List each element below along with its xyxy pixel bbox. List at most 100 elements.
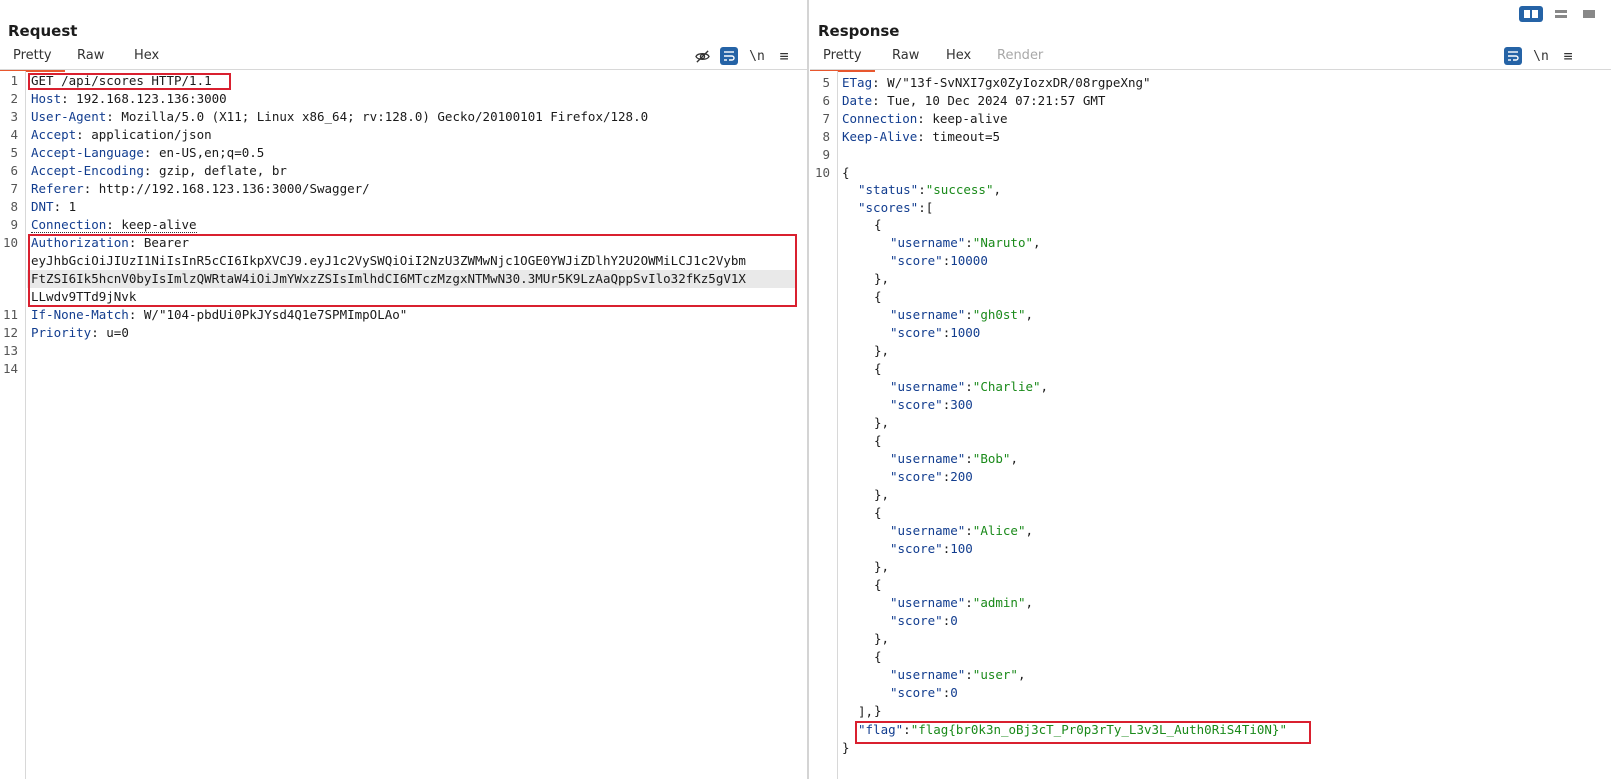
header-value: W/"104-pbdUi0PkJYsd4Q1e7SPMImpOLAo" bbox=[136, 307, 408, 322]
word-wrap-icon[interactable] bbox=[1504, 47, 1522, 65]
split-vertical-layout-icon[interactable] bbox=[1549, 6, 1573, 22]
response-tab-render[interactable]: Render bbox=[997, 47, 1043, 69]
json-string: "Naruto" bbox=[972, 235, 1034, 250]
score-username-line: "username":"Alice", bbox=[890, 523, 1034, 538]
line-number: 6 bbox=[822, 93, 830, 108]
request-editor[interactable]: 1 2 3 4 5 6 7 8 9 10 11 12 13 14 GET /ap… bbox=[0, 71, 808, 779]
line-number: 7 bbox=[822, 111, 830, 126]
request-toolbar: \n ≡ bbox=[692, 46, 798, 66]
score-value-line: "score":300 bbox=[890, 397, 973, 412]
header-connection: Connection: keep-alive bbox=[31, 217, 197, 233]
hide-eye-icon[interactable] bbox=[692, 46, 712, 66]
json-scores-line: "scores":[ bbox=[858, 200, 934, 215]
json-key: "username" bbox=[890, 307, 966, 322]
line-number: 5 bbox=[10, 145, 18, 160]
header-name: If-None-Match bbox=[31, 307, 129, 322]
json-key: "username" bbox=[890, 595, 966, 610]
pane-splitter[interactable] bbox=[807, 0, 809, 779]
request-tab-raw[interactable]: Raw bbox=[77, 47, 104, 69]
newline-toggle-icon[interactable]: \n bbox=[747, 46, 767, 66]
split-horizontal-layout-icon[interactable] bbox=[1519, 6, 1543, 22]
header-etag: ETag: W/"13f-SvNXI7gx0ZyIozxDR/08rgpeXng… bbox=[842, 75, 1151, 90]
json-string: "Alice" bbox=[972, 523, 1026, 538]
json-key: "username" bbox=[890, 379, 966, 394]
response-toolbar: \n ≡ bbox=[1504, 46, 1604, 66]
json-key: "status" bbox=[858, 182, 919, 197]
json-number: 300 bbox=[950, 397, 973, 412]
header-value: keep-alive bbox=[113, 217, 197, 232]
header-value: 1 bbox=[61, 199, 77, 214]
line-number: 13 bbox=[2, 343, 18, 358]
score-value-line: "score":100 bbox=[890, 541, 973, 556]
json-number: 200 bbox=[950, 469, 973, 484]
header-name: ETag bbox=[842, 75, 873, 90]
header-name: Priority bbox=[31, 325, 92, 340]
response-tab-raw[interactable]: Raw bbox=[892, 47, 919, 69]
header-name: Accept-Encoding bbox=[31, 163, 144, 178]
score-object-open: { bbox=[874, 433, 882, 448]
json-string: "user" bbox=[972, 667, 1018, 682]
header-connection: Connection: keep-alive bbox=[842, 111, 1008, 126]
request-pane: Request Pretty Raw Hex \n ≡ 1 2 3 4 5 6 … bbox=[0, 0, 808, 779]
score-value-line: "score":1000 bbox=[890, 325, 981, 340]
json-key: "scores" bbox=[858, 200, 919, 215]
header-name: Accept-Language bbox=[31, 145, 144, 160]
json-string: "admin" bbox=[972, 595, 1026, 610]
json-key: "username" bbox=[890, 451, 966, 466]
header-referer: Referer: http://192.168.123.136:3000/Swa… bbox=[31, 181, 370, 196]
response-gutter: 5 6 7 8 9 10 bbox=[810, 71, 838, 779]
request-tab-hex[interactable]: Hex bbox=[134, 47, 159, 69]
header-if-none-match: If-None-Match: W/"104-pbdUi0PkJYsd4Q1e7S… bbox=[31, 307, 408, 322]
score-value-line: "score":0 bbox=[890, 685, 958, 700]
authorization-highlight-box bbox=[28, 234, 797, 307]
response-editor[interactable]: 5 6 7 8 9 10 ETag: W/"13f-SvNXI7gx0ZyIoz… bbox=[810, 71, 1611, 779]
json-string: "Bob" bbox=[972, 451, 1011, 466]
score-object-close: }, bbox=[874, 343, 890, 358]
json-key: "score" bbox=[890, 325, 943, 340]
header-value: W/"13f-SvNXI7gx0ZyIozxDR/08rgpeXng" bbox=[879, 75, 1151, 90]
score-username-line: "username":"gh0st", bbox=[890, 307, 1034, 322]
json-array-close: ], bbox=[858, 704, 874, 719]
header-date: Date: Tue, 10 Dec 2024 07:21:57 GMT bbox=[842, 93, 1106, 108]
json-key: "score" bbox=[890, 685, 943, 700]
score-object-close: }, bbox=[874, 487, 890, 502]
response-title: Response bbox=[818, 22, 900, 40]
layout-switcher bbox=[1519, 6, 1603, 24]
score-username-line: "username":"user", bbox=[890, 667, 1026, 682]
response-pane: Response Pretty Raw Hex Render \n ≡ 5 6 … bbox=[810, 0, 1611, 779]
json-key: "score" bbox=[890, 469, 943, 484]
json-number: 0 bbox=[950, 685, 958, 700]
score-object-open: { bbox=[874, 649, 882, 664]
tabbed-layout-icon[interactable] bbox=[1577, 6, 1601, 22]
header-name: Connection bbox=[842, 111, 918, 126]
score-object-open: { bbox=[874, 361, 882, 376]
score-value-line: "score":200 bbox=[890, 469, 973, 484]
header-name: Date bbox=[842, 93, 873, 108]
header-value: application/json bbox=[83, 127, 212, 142]
newline-toggle-icon[interactable]: \n bbox=[1531, 46, 1551, 66]
json-number: 100 bbox=[950, 541, 973, 556]
word-wrap-icon[interactable] bbox=[720, 47, 738, 65]
header-name: Keep-Alive bbox=[842, 129, 918, 144]
header-name: Host bbox=[31, 91, 62, 106]
json-key: "score" bbox=[890, 613, 943, 628]
score-object-open: { bbox=[874, 505, 882, 520]
score-object-close: }, bbox=[874, 559, 890, 574]
json-key: "score" bbox=[890, 397, 943, 412]
header-value: 192.168.123.136:3000 bbox=[68, 91, 227, 106]
json-open-brace: { bbox=[842, 165, 850, 180]
response-tab-hex[interactable]: Hex bbox=[946, 47, 971, 69]
line-number: 12 bbox=[2, 325, 18, 340]
menu-icon[interactable]: ≡ bbox=[1558, 46, 1578, 66]
header-name: DNT bbox=[31, 199, 54, 214]
header-value: u=0 bbox=[98, 325, 129, 340]
menu-icon[interactable]: ≡ bbox=[774, 46, 794, 66]
line-number: 8 bbox=[10, 199, 18, 214]
header-accept-language: Accept-Language: en-US,en;q=0.5 bbox=[31, 145, 265, 160]
score-username-line: "username":"Naruto", bbox=[890, 235, 1041, 250]
score-object-open: { bbox=[874, 289, 882, 304]
header-value: Mozilla/5.0 (X11; Linux x86_64; rv:128.0… bbox=[113, 109, 649, 124]
json-number: 10000 bbox=[950, 253, 988, 268]
line-number: 6 bbox=[10, 163, 18, 178]
line-number: 1 bbox=[10, 73, 18, 88]
